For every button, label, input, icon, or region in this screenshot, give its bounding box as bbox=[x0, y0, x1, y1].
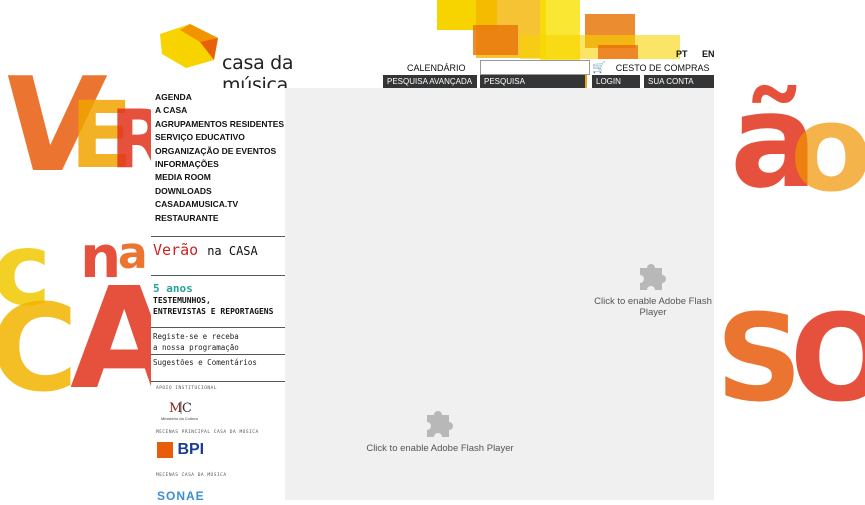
bpi-star-icon bbox=[157, 442, 173, 458]
sponsor-apoio-caption: APOIO INSTITUCIONAL bbox=[156, 386, 217, 391]
register-line2: a nossa programação bbox=[153, 343, 239, 352]
nav-item-agrupamentos[interactable]: AGRUPAMENTOS RESIDENTES bbox=[155, 118, 284, 131]
language-switch: PT EN bbox=[676, 49, 727, 59]
cart-label: CESTO DE COMPRAS bbox=[615, 63, 710, 73]
bpi-logo[interactable]: BPI bbox=[157, 441, 205, 461]
main-nav: AGENDA A CASA AGRUPAMENTOS RESIDENTES SE… bbox=[155, 91, 284, 225]
svg-text:M: M bbox=[169, 401, 182, 416]
divider bbox=[151, 327, 285, 328]
search-input[interactable] bbox=[480, 60, 590, 75]
divider bbox=[151, 354, 285, 355]
lang-en-link[interactable]: EN bbox=[702, 49, 715, 59]
promo-verao-title: Verão bbox=[153, 241, 199, 259]
lang-pt-link[interactable]: PT bbox=[676, 49, 688, 59]
divider bbox=[151, 236, 285, 237]
nav-item-casadamusica-tv[interactable]: CASADAMUSICA.TV bbox=[155, 198, 284, 211]
flash-placeholder-side[interactable]: Click to enable Adobe Flash Player bbox=[592, 258, 714, 338]
nav-item-informacoes[interactable]: INFORMAÇÕES bbox=[155, 158, 284, 171]
mc-caption: Ministério da Cultura bbox=[161, 416, 198, 421]
login-button[interactable]: LOGIN bbox=[592, 75, 640, 88]
sonae-wordmark: SONAE bbox=[157, 489, 205, 503]
divider bbox=[151, 275, 285, 276]
puzzle-icon bbox=[427, 411, 453, 437]
sponsor-mecenas-caption: MECENAS CASA DA MÚSICA bbox=[156, 473, 227, 478]
nav-item-restaurante[interactable]: RESTAURANTE bbox=[155, 212, 284, 225]
cart-link[interactable]: 🛒 CESTO DE COMPRAS bbox=[592, 61, 710, 74]
register-link[interactable]: Registe-se e receba a nossa programação bbox=[153, 331, 239, 353]
nav-item-a-casa[interactable]: A CASA bbox=[155, 104, 284, 117]
ministerio-cultura-logo[interactable]: M C Ministério da Cultura bbox=[161, 398, 198, 422]
advanced-search-button[interactable]: PESQUISA AVANÇADA bbox=[383, 75, 477, 88]
bpi-wordmark: BPI bbox=[177, 441, 205, 458]
logo-mark-icon bbox=[160, 24, 218, 68]
promo-5-anos[interactable]: 5 anos TESTEMUNHOS, ENTREVISTAS E REPORT… bbox=[153, 282, 273, 317]
search-button[interactable]: PESQUISA bbox=[480, 75, 587, 88]
nav-item-organizacao-eventos[interactable]: ORGANIZAÇÃO DE EVENTOS bbox=[155, 145, 284, 158]
promo-verao-na-casa[interactable]: Verão na CASA bbox=[153, 241, 258, 259]
promo-5-anos-title: 5 anos bbox=[153, 282, 193, 295]
flash-side-text: Click to enable Adobe Flash Player bbox=[594, 296, 712, 318]
register-line1: Registe-se e receba bbox=[153, 332, 239, 341]
promo-5-anos-line1: TESTEMUNHOS, bbox=[153, 296, 211, 305]
promo-verao-subtitle: na CASA bbox=[207, 244, 258, 258]
cart-icon: 🛒 bbox=[592, 62, 606, 74]
nav-item-media-room[interactable]: MEDIA ROOM bbox=[155, 171, 284, 184]
nav-item-servico-educativo[interactable]: SERVIÇO EDUCATIVO bbox=[155, 131, 284, 144]
puzzle-icon bbox=[640, 264, 666, 290]
svg-text:C: C bbox=[182, 401, 192, 416]
calendar-link[interactable]: CALENDÁRIO bbox=[407, 63, 466, 73]
flash-placeholder-main[interactable]: Click to enable Adobe Flash Player bbox=[340, 405, 540, 454]
suggestions-link[interactable]: Sugestões e Comentários bbox=[153, 357, 257, 368]
promo-5-anos-line2: ENTREVISTAS E REPORTAGENS bbox=[153, 307, 274, 316]
divider bbox=[151, 381, 285, 382]
nav-item-agenda[interactable]: AGENDA bbox=[155, 91, 284, 104]
site-logo[interactable]: casa da música bbox=[160, 24, 350, 96]
flash-main-text: Click to enable Adobe Flash Player bbox=[366, 443, 514, 454]
account-button[interactable]: SUA CONTA bbox=[644, 75, 714, 88]
nav-item-downloads[interactable]: DOWNLOADS bbox=[155, 185, 284, 198]
sponsor-principal-caption: MECENAS PRINCIPAL CASA DA MÚSICA bbox=[156, 430, 259, 435]
sonae-logo[interactable]: SONAE bbox=[157, 487, 227, 503]
